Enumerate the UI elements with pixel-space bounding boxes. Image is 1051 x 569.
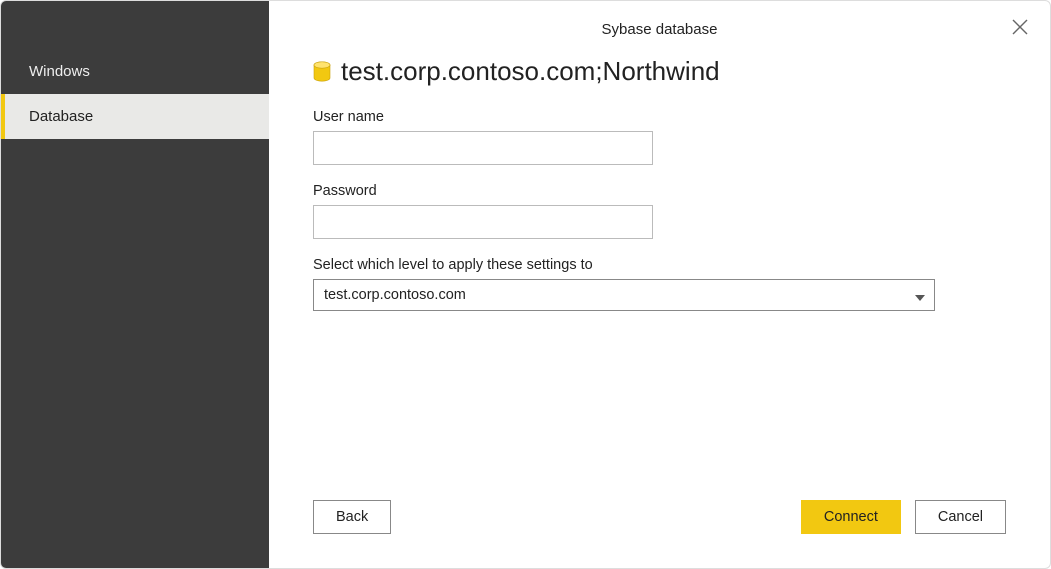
credentials-dialog: Windows Database Sybase database [0, 0, 1051, 569]
auth-type-sidebar: Windows Database [1, 1, 269, 568]
password-input[interactable] [313, 205, 653, 239]
sidebar-item-database[interactable]: Database [1, 94, 269, 139]
footer-left: Back [313, 500, 391, 534]
username-group: User name [313, 109, 1006, 165]
level-select[interactable]: test.corp.contoso.com [313, 279, 935, 311]
sidebar-item-label: Database [29, 108, 93, 125]
close-button[interactable] [1008, 15, 1032, 39]
database-icon [313, 61, 331, 83]
close-icon [1008, 26, 1032, 43]
level-label: Select which level to apply these settin… [313, 257, 1006, 273]
dialog-title: Sybase database [269, 21, 1050, 38]
level-group: Select which level to apply these settin… [313, 257, 1006, 311]
sidebar-item-windows[interactable]: Windows [1, 49, 269, 94]
dialog-footer: Back Connect Cancel [269, 500, 1050, 568]
form-content: test.corp.contoso.com;Northwind User nam… [269, 38, 1050, 500]
footer-right: Connect Cancel [801, 500, 1006, 534]
password-group: Password [313, 183, 1006, 239]
back-button[interactable]: Back [313, 500, 391, 534]
level-select-value: test.corp.contoso.com [324, 287, 466, 303]
connection-string: test.corp.contoso.com;Northwind [341, 56, 720, 87]
cancel-button[interactable]: Cancel [915, 500, 1006, 534]
connect-button[interactable]: Connect [801, 500, 901, 534]
main-panel: Sybase database test.corp.contoso. [269, 1, 1050, 568]
username-label: User name [313, 109, 1006, 125]
password-label: Password [313, 183, 1006, 199]
connection-header: test.corp.contoso.com;Northwind [313, 56, 1006, 87]
level-select-wrap: test.corp.contoso.com [313, 279, 935, 311]
sidebar-item-label: Windows [29, 63, 90, 80]
username-input[interactable] [313, 131, 653, 165]
